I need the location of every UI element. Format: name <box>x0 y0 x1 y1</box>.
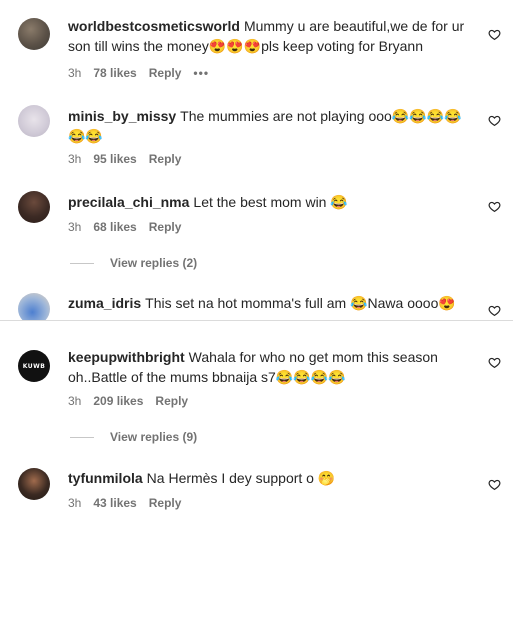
more-options-icon[interactable]: ••• <box>193 66 209 80</box>
replies-line <box>70 262 94 264</box>
comment-username[interactable]: precilala_chi_nma <box>68 194 189 210</box>
comment-time: 3h <box>68 152 82 166</box>
comment-likes[interactable]: 78 likes <box>93 66 136 80</box>
reply-button[interactable]: Reply <box>155 394 188 408</box>
heart-icon[interactable] <box>488 200 501 213</box>
heart-icon[interactable] <box>488 356 501 369</box>
comment-likes[interactable]: 209 likes <box>93 394 143 408</box>
comment-text-block: zuma_idris This set na hot momma's full a… <box>68 293 468 313</box>
view-replies-label: View replies (2) <box>110 256 198 270</box>
comment-likes[interactable]: 68 likes <box>93 220 136 234</box>
comment-username[interactable]: tyfunmilola <box>68 470 143 486</box>
comment-meta: 3h 78 likes Reply ••• <box>68 66 221 80</box>
heart-icon[interactable] <box>488 304 501 317</box>
comment-meta: 3h 95 likes Reply <box>68 152 193 166</box>
avatar[interactable] <box>18 191 50 223</box>
heart-icon[interactable] <box>488 478 501 491</box>
view-replies-button[interactable]: View replies (2) <box>70 256 197 270</box>
comment-meta: 3h 43 likes Reply <box>68 496 193 510</box>
comment-text-block: worldbestcosmeticsworld Mummy u are beaut… <box>68 16 468 56</box>
comment-body: Let the best mom win 😂 <box>193 194 348 210</box>
comment-likes[interactable]: 43 likes <box>93 496 136 510</box>
heart-icon[interactable] <box>488 28 501 41</box>
comment-text-block: minis_by_missy The mummies are not playin… <box>68 106 468 146</box>
comment-meta: 3h 68 likes Reply <box>68 220 193 234</box>
reply-button[interactable]: Reply <box>149 66 182 80</box>
reply-button[interactable]: Reply <box>149 220 182 234</box>
reply-button[interactable]: Reply <box>149 152 182 166</box>
avatar-logo-text: KUWB <box>22 362 46 370</box>
comment-meta: 3h 209 likes Reply <box>68 394 200 408</box>
comment-time: 3h <box>68 66 82 80</box>
replies-line <box>70 436 94 438</box>
comment-username[interactable]: minis_by_missy <box>68 108 176 124</box>
comment-time: 3h <box>68 496 82 510</box>
comment-time: 3h <box>68 394 82 408</box>
comment-likes[interactable]: 95 likes <box>93 152 136 166</box>
comment-username[interactable]: worldbestcosmeticsworld <box>68 18 240 34</box>
view-replies-label: View replies (9) <box>110 430 198 444</box>
avatar[interactable]: KUWB <box>18 350 50 382</box>
comment-body: Na Hermès I dey support o 🤭 <box>146 470 336 486</box>
view-replies-button[interactable]: View replies (9) <box>70 430 197 444</box>
comment-time: 3h <box>68 220 82 234</box>
comment-username[interactable]: zuma_idris <box>68 295 141 311</box>
reply-button[interactable]: Reply <box>149 496 182 510</box>
comment-body: This set na hot momma's full am 😂Nawa oo… <box>145 295 456 311</box>
avatar[interactable] <box>18 105 50 137</box>
comment-text-block: precilala_chi_nma Let the best mom win 😂 <box>68 192 468 212</box>
heart-icon[interactable] <box>488 114 501 127</box>
avatar[interactable] <box>18 18 50 50</box>
avatar[interactable] <box>18 468 50 500</box>
comment-text-block: keepupwithbright Wahala for who no get mo… <box>68 347 468 387</box>
divider <box>0 320 513 321</box>
comment-text-block: tyfunmilola Na Hermès I dey support o 🤭 <box>68 468 468 488</box>
comment-username[interactable]: keepupwithbright <box>68 349 185 365</box>
